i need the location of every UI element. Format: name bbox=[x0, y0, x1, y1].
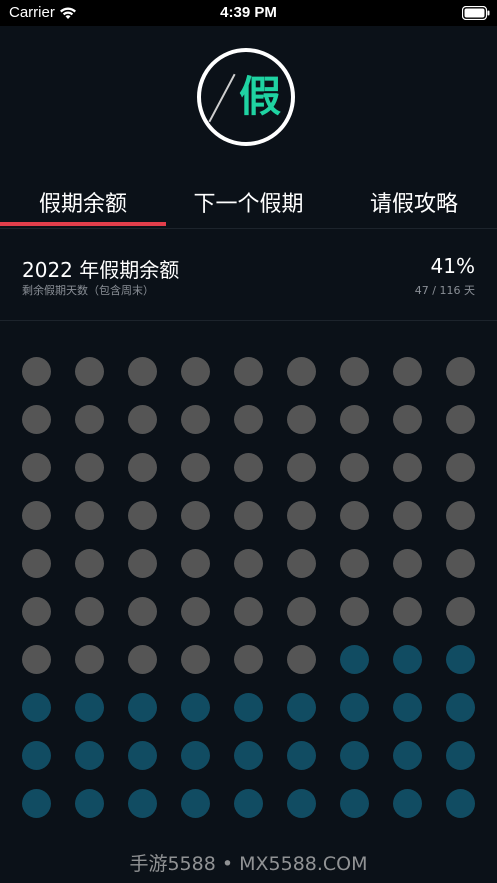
used-day-dot bbox=[22, 549, 51, 578]
remaining-day-dot bbox=[287, 789, 316, 818]
remaining-day-dot bbox=[234, 693, 263, 722]
used-day-dot bbox=[75, 357, 104, 386]
used-day-dot bbox=[393, 597, 422, 626]
used-day-dot bbox=[75, 405, 104, 434]
remaining-day-dot bbox=[22, 693, 51, 722]
used-day-dot bbox=[287, 405, 316, 434]
used-day-dot bbox=[234, 549, 263, 578]
remaining-day-dot bbox=[446, 645, 475, 674]
remaining-day-dot bbox=[446, 693, 475, 722]
remaining-day-dot bbox=[393, 789, 422, 818]
remaining-day-dot bbox=[340, 645, 369, 674]
used-day-dot bbox=[181, 501, 210, 530]
remaining-day-dot bbox=[128, 741, 157, 770]
used-day-dot bbox=[181, 549, 210, 578]
used-day-dot bbox=[22, 453, 51, 482]
used-day-dot bbox=[446, 405, 475, 434]
used-day-dot bbox=[181, 645, 210, 674]
watermark: 手游5588 • MX5588.COM bbox=[129, 853, 368, 875]
used-day-dot bbox=[22, 501, 51, 530]
used-day-dot bbox=[128, 501, 157, 530]
used-day-dot bbox=[234, 453, 263, 482]
remaining-day-dot bbox=[446, 741, 475, 770]
used-day-dot bbox=[340, 597, 369, 626]
used-day-dot bbox=[128, 549, 157, 578]
used-day-dot bbox=[234, 645, 263, 674]
days-dot-grid bbox=[0, 0, 497, 883]
used-day-dot bbox=[340, 501, 369, 530]
used-day-dot bbox=[340, 405, 369, 434]
remaining-day-dot bbox=[181, 693, 210, 722]
used-day-dot bbox=[22, 357, 51, 386]
remaining-day-dot bbox=[22, 741, 51, 770]
remaining-day-dot bbox=[393, 693, 422, 722]
used-day-dot bbox=[446, 453, 475, 482]
remaining-day-dot bbox=[393, 741, 422, 770]
used-day-dot bbox=[181, 597, 210, 626]
used-day-dot bbox=[128, 645, 157, 674]
used-day-dot bbox=[287, 453, 316, 482]
used-day-dot bbox=[75, 453, 104, 482]
remaining-day-dot bbox=[234, 789, 263, 818]
remaining-day-dot bbox=[393, 645, 422, 674]
used-day-dot bbox=[393, 405, 422, 434]
used-day-dot bbox=[128, 357, 157, 386]
used-day-dot bbox=[22, 645, 51, 674]
used-day-dot bbox=[287, 597, 316, 626]
used-day-dot bbox=[287, 357, 316, 386]
remaining-day-dot bbox=[128, 693, 157, 722]
used-day-dot bbox=[446, 501, 475, 530]
used-day-dot bbox=[75, 501, 104, 530]
used-day-dot bbox=[393, 501, 422, 530]
remaining-day-dot bbox=[287, 741, 316, 770]
remaining-day-dot bbox=[75, 741, 104, 770]
used-day-dot bbox=[128, 597, 157, 626]
used-day-dot bbox=[22, 405, 51, 434]
remaining-day-dot bbox=[340, 741, 369, 770]
remaining-day-dot bbox=[340, 693, 369, 722]
used-day-dot bbox=[181, 453, 210, 482]
used-day-dot bbox=[340, 453, 369, 482]
used-day-dot bbox=[287, 549, 316, 578]
used-day-dot bbox=[128, 453, 157, 482]
used-day-dot bbox=[393, 453, 422, 482]
used-day-dot bbox=[22, 597, 51, 626]
remaining-day-dot bbox=[181, 789, 210, 818]
used-day-dot bbox=[393, 549, 422, 578]
used-day-dot bbox=[181, 405, 210, 434]
remaining-day-dot bbox=[340, 789, 369, 818]
remaining-day-dot bbox=[75, 789, 104, 818]
used-day-dot bbox=[75, 549, 104, 578]
remaining-day-dot bbox=[22, 789, 51, 818]
used-day-dot bbox=[287, 645, 316, 674]
used-day-dot bbox=[446, 357, 475, 386]
used-day-dot bbox=[234, 357, 263, 386]
used-day-dot bbox=[128, 405, 157, 434]
used-day-dot bbox=[446, 549, 475, 578]
remaining-day-dot bbox=[75, 693, 104, 722]
remaining-day-dot bbox=[234, 741, 263, 770]
remaining-day-dot bbox=[181, 741, 210, 770]
used-day-dot bbox=[181, 357, 210, 386]
remaining-day-dot bbox=[287, 693, 316, 722]
used-day-dot bbox=[287, 501, 316, 530]
used-day-dot bbox=[75, 645, 104, 674]
used-day-dot bbox=[234, 597, 263, 626]
used-day-dot bbox=[75, 597, 104, 626]
used-day-dot bbox=[340, 357, 369, 386]
used-day-dot bbox=[393, 357, 422, 386]
used-day-dot bbox=[234, 405, 263, 434]
remaining-day-dot bbox=[128, 789, 157, 818]
used-day-dot bbox=[234, 501, 263, 530]
used-day-dot bbox=[446, 597, 475, 626]
remaining-day-dot bbox=[446, 789, 475, 818]
used-day-dot bbox=[340, 549, 369, 578]
